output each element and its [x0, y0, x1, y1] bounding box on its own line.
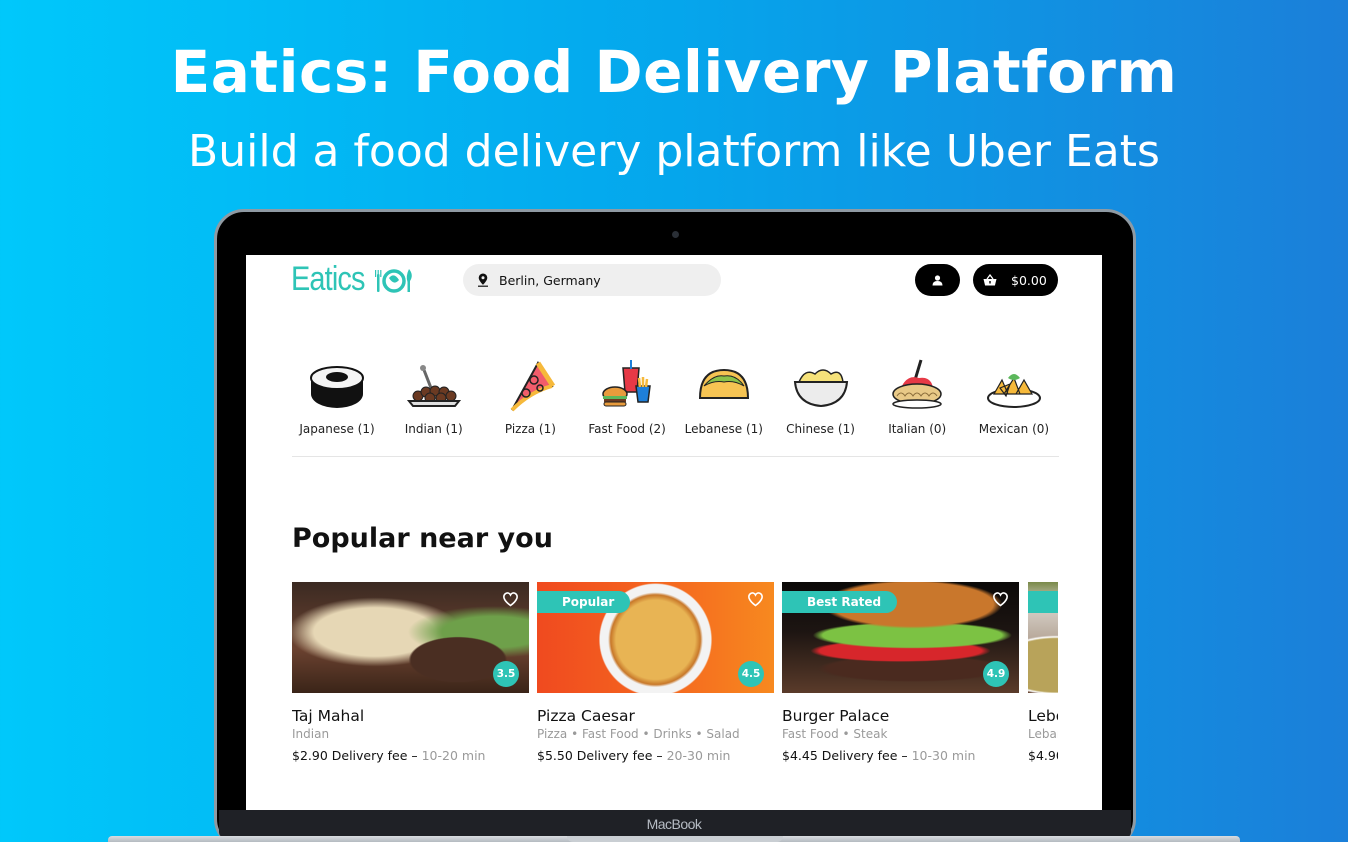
fast-food-icon: [602, 360, 651, 407]
restaurant-image: [1028, 582, 1058, 693]
pizza-icon: [510, 361, 556, 412]
basket-icon: [983, 274, 997, 286]
app-screen: Eatics Berlin, Germany $0.00 Japanese (1…: [246, 255, 1102, 810]
category-label: Lebanese (1): [684, 422, 763, 436]
restaurant-image: 3.5: [292, 582, 529, 693]
delivery-time: 10-30 min: [911, 748, 976, 763]
restaurant-name[interactable]: Pizza Caesar: [537, 707, 774, 725]
delivery-info: $4.90: [1028, 748, 1058, 763]
tag-badge: Popular: [537, 591, 631, 613]
sushi-icon: [310, 366, 364, 408]
restaurant-name[interactable]: Burger Palace: [782, 707, 1019, 725]
divider: [292, 456, 1059, 457]
favorite-heart-icon[interactable]: [502, 591, 519, 607]
rating-badge: 3.5: [493, 661, 519, 687]
restaurant-card[interactable]: Best Rated 4.9 Burger Palace Fast Food •…: [782, 582, 1019, 763]
category-italian[interactable]: Italian (0): [872, 358, 962, 453]
curry-icon: [406, 365, 461, 407]
restaurant-cuisine: Leban: [1028, 727, 1058, 741]
delivery-info: $5.50 Delivery fee – 20-30 min: [537, 748, 774, 763]
location-pin-icon: [478, 273, 488, 287]
category-label: Mexican (0): [978, 422, 1050, 436]
category-lebanese[interactable]: Lebanese (1): [679, 358, 769, 453]
section-title: Popular near you: [292, 523, 553, 554]
category-japanese[interactable]: Japanese (1): [292, 358, 382, 453]
taco-icon: [698, 368, 749, 399]
delivery-fee: $4.45 Delivery fee –: [782, 748, 908, 763]
category-fast-food[interactable]: Fast Food (2): [582, 358, 672, 453]
rice-bowl-icon: [793, 369, 848, 408]
restaurant-cuisine: Indian: [292, 727, 330, 741]
category-mexican[interactable]: Mexican (0): [969, 358, 1059, 453]
logo[interactable]: Eatics: [291, 260, 416, 299]
category-label: Japanese (1): [299, 422, 375, 436]
delivery-info: $4.45 Delivery fee – 10-30 min: [782, 748, 1019, 763]
camera: [672, 231, 679, 238]
plate-cutlery-icon: [374, 268, 412, 293]
restaurant-image: Popular 4.5: [537, 582, 774, 693]
category-label: Fast Food (2): [588, 422, 666, 436]
cart-button[interactable]: $0.00: [973, 264, 1058, 296]
category-indian[interactable]: Indian (1): [389, 358, 479, 453]
category-label: Pizza (1): [504, 422, 556, 436]
restaurant-image: Best Rated 4.9: [782, 582, 1019, 693]
user-icon: [932, 274, 943, 285]
category-label: Indian (1): [404, 422, 463, 436]
account-button[interactable]: [915, 264, 960, 296]
cart-total: $0.00: [1011, 272, 1047, 288]
logo-text: Eatics: [291, 260, 365, 298]
restaurant-name[interactable]: Taj Mahal: [292, 707, 529, 725]
category-label: Chinese (1): [786, 422, 855, 436]
delivery-fee: $2.90 Delivery fee –: [292, 748, 418, 763]
restaurant-carousel: 3.5 Taj Mahal Indian $2.90 Delivery fee …: [292, 582, 1058, 772]
delivery-info: $2.90 Delivery fee – 10-20 min: [292, 748, 529, 763]
location-value: Berlin, Germany: [499, 272, 601, 288]
restaurant-card[interactable]: 3.5 Taj Mahal Indian $2.90 Delivery fee …: [292, 582, 529, 763]
rating-badge: 4.9: [983, 661, 1009, 687]
category-list: Japanese (1) Indian (1) Pizza (1) Fast F…: [292, 358, 1059, 453]
category-chinese[interactable]: Chinese (1): [776, 358, 866, 453]
restaurant-name[interactable]: Lebo: [1028, 707, 1058, 725]
restaurant-card[interactable]: Popular 4.5 Pizza Caesar Pizza • Fast Fo…: [537, 582, 774, 763]
nachos-icon: [986, 374, 1041, 408]
tag-badge: [1028, 591, 1058, 613]
tag-badge: Best Rated: [782, 591, 898, 613]
category-label: Italian (0): [888, 422, 947, 436]
device-label: MacBook: [646, 816, 702, 832]
delivery-fee: $5.50 Delivery fee –: [537, 748, 663, 763]
favorite-heart-icon[interactable]: [992, 591, 1009, 607]
hero-title: Eatics: Food Delivery Platform: [170, 38, 1178, 106]
category-pizza[interactable]: Pizza (1): [485, 358, 575, 453]
hero-subtitle: Build a food delivery platform like Uber…: [188, 126, 1160, 177]
laptop-notch: [567, 836, 783, 842]
restaurant-cuisine: Pizza • Fast Food • Drinks • Salad: [537, 727, 740, 741]
location-input[interactable]: Berlin, Germany: [463, 264, 721, 296]
restaurant-cuisine: Fast Food • Steak: [782, 727, 888, 741]
rating-badge: 4.5: [738, 661, 764, 687]
favorite-heart-icon[interactable]: [747, 591, 764, 607]
delivery-time: 20-30 min: [666, 748, 731, 763]
restaurant-card[interactable]: Lebo Leban $4.90: [1028, 582, 1058, 763]
delivery-time: 10-20 min: [421, 748, 486, 763]
spaghetti-icon: [892, 359, 942, 409]
delivery-fee: $4.90: [1028, 748, 1058, 763]
